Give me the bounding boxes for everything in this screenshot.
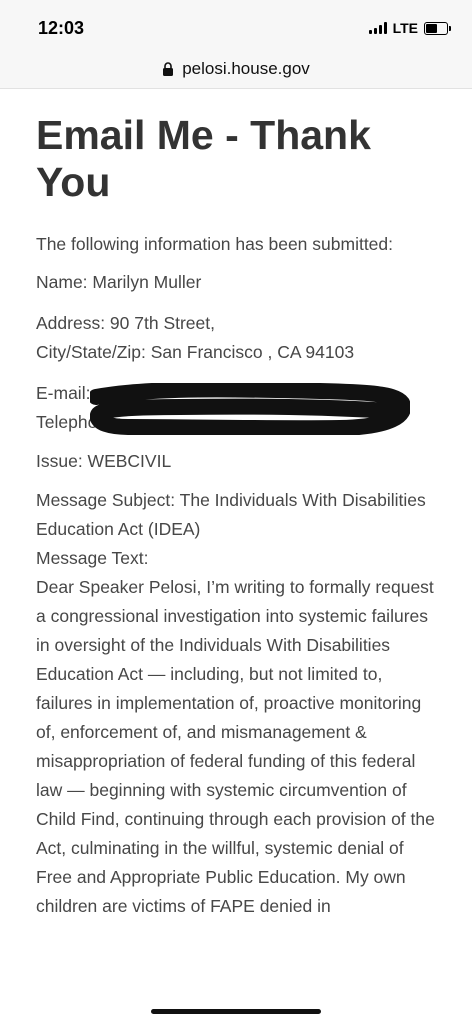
telephone-label: Telephone: [36, 412, 122, 432]
email-label: E-mail: [36, 383, 91, 403]
message-text: Dear Speaker Pelosi, I’m writing to form… [36, 577, 435, 916]
network-type: LTE [392, 20, 418, 36]
issue-line: Issue: WEBCIVIL [36, 451, 172, 471]
address-block: Address: 90 7th Street, City/State/Zip: … [36, 309, 436, 367]
url-text[interactable]: pelosi.house.gov [182, 59, 310, 79]
address-line: Address: 90 7th Street, [36, 313, 215, 333]
intro-text: The following information has been submi… [36, 234, 394, 254]
city-state-zip-line: City/State/Zip: San Francisco , CA 94103 [36, 342, 355, 362]
message-label: Message Text: [36, 548, 149, 568]
status-bar: 12:03 LTE [0, 0, 472, 50]
contact-block: E-mail: Telephone: [36, 379, 436, 437]
page-title: Email Me - Thank You [36, 112, 371, 205]
name-line: Name: Marilyn Muller [36, 272, 202, 292]
message-subject: Message Subject: The Individuals With Di… [36, 490, 426, 539]
lock-icon [163, 62, 174, 76]
message-block: Message Subject: The Individuals With Di… [36, 486, 436, 921]
status-indicators: LTE [368, 20, 451, 36]
address-bar[interactable]: pelosi.house.gov [0, 50, 472, 89]
battery-level [426, 23, 437, 33]
signal-icon [368, 22, 387, 34]
home-indicator[interactable] [151, 1009, 321, 1014]
battery-icon [424, 21, 451, 35]
page-content: Email Me - Thank You The following infor… [36, 112, 436, 921]
status-time: 12:03 [38, 18, 85, 38]
